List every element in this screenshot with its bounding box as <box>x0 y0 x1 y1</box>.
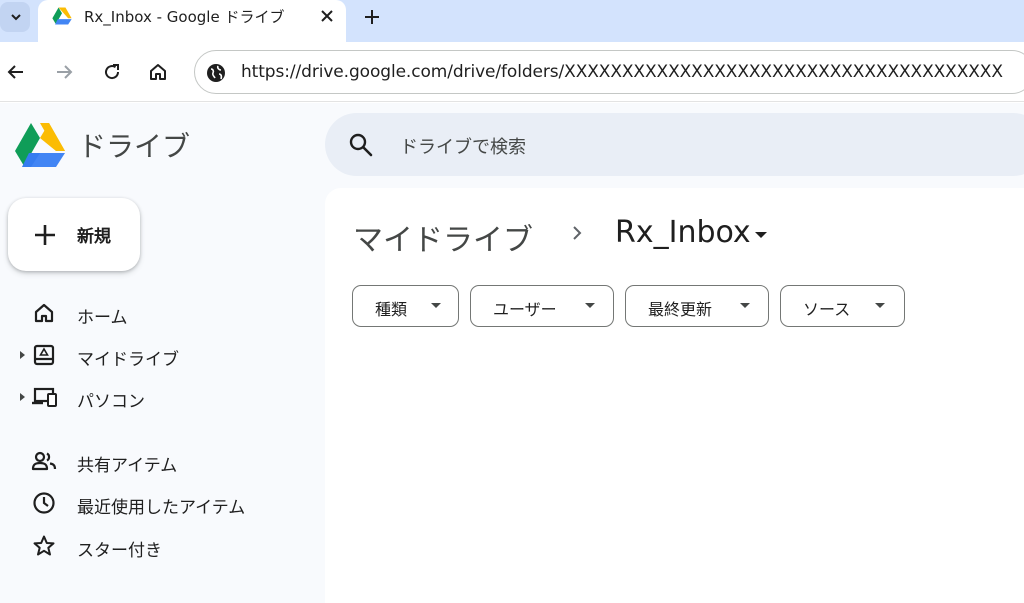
browser-tab-active[interactable]: Rx_Inbox - Google ドライブ <box>38 0 346 42</box>
product-name: ドライブ <box>78 130 191 163</box>
caret-down-icon[interactable] <box>753 229 769 241</box>
caret-down-icon <box>431 303 441 308</box>
new-button[interactable]: 新規 <box>8 198 140 271</box>
chevron-right-icon <box>573 226 582 240</box>
search-placeholder: ドライブで検索 <box>400 137 526 158</box>
tab-title: Rx_Inbox - Google ドライブ <box>84 8 285 26</box>
star-icon <box>30 533 58 559</box>
sidebar-item-my-drive[interactable]: マイドライブ <box>0 336 320 374</box>
clock-icon <box>30 490 58 516</box>
sidebar-item-label: ホーム <box>77 308 128 328</box>
breadcrumb-current-folder[interactable]: Rx_Inbox <box>615 215 751 250</box>
new-button-label: 新規 <box>77 227 111 247</box>
filter-chip-label: ソース <box>803 300 851 319</box>
forward-button[interactable] <box>49 57 79 87</box>
tab-close-button[interactable] <box>314 3 340 29</box>
breadcrumb-my-drive[interactable]: マイドライブ <box>353 215 533 259</box>
home-icon <box>30 300 58 326</box>
filter-chip-user[interactable]: ユーザー <box>470 285 614 327</box>
browser-tab-strip: Rx_Inbox - Google ドライブ <box>0 0 1024 42</box>
sidebar-item-label: マイドライブ <box>77 350 179 370</box>
address-bar[interactable]: https://drive.google.com/drive/folders/X… <box>194 50 1024 94</box>
filter-chip-modified[interactable]: 最終更新 <box>625 285 769 327</box>
reload-icon <box>105 64 120 80</box>
arrow-right-icon <box>57 65 73 79</box>
my-drive-icon <box>30 342 58 368</box>
caret-down-icon <box>875 303 885 308</box>
google-drive-favicon-icon <box>52 7 72 25</box>
chevron-down-icon <box>11 14 21 21</box>
arrow-left-icon <box>7 65 23 79</box>
caret-down-icon <box>585 303 595 308</box>
search-icon <box>349 133 373 157</box>
close-icon <box>321 10 333 22</box>
sidebar-item-home[interactable]: ホーム <box>0 294 320 332</box>
globe-icon <box>207 64 225 82</box>
plus-icon <box>35 225 55 245</box>
shared-people-icon <box>30 448 58 474</box>
back-button[interactable] <box>1 57 31 87</box>
sidebar-item-label: パソコン <box>77 392 145 412</box>
url-text: https://drive.google.com/drive/folders/X… <box>241 62 1003 82</box>
sidebar-item-label: 共有アイテム <box>77 456 178 476</box>
filter-chip-source[interactable]: ソース <box>780 285 905 327</box>
new-tab-button[interactable] <box>358 3 386 31</box>
browser-toolbar: https://drive.google.com/drive/folders/X… <box>0 42 1024 102</box>
filter-chip-label: ユーザー <box>493 300 557 319</box>
site-info-icon[interactable] <box>205 62 227 84</box>
sidebar-item-starred[interactable]: スター付き <box>0 527 320 565</box>
main-content-panel: マイドライブ Rx_Inbox 種類 ユーザー 最終更新 ソース <box>325 188 1024 603</box>
tab-search-button[interactable] <box>0 0 32 34</box>
filter-chip-label: 種類 <box>375 300 408 319</box>
sidebar-item-label: 最近使用したアイテム <box>77 498 246 518</box>
home-button[interactable] <box>143 57 173 87</box>
filter-chip-label: 最終更新 <box>648 300 713 319</box>
drive-app: ドライブ ドライブで検索 新規 ホーム マイドライブ パソコン 共有アイテム 最… <box>0 103 1024 603</box>
sidebar-item-label: スター付き <box>77 541 162 561</box>
google-drive-logo-icon <box>15 123 65 167</box>
reload-button[interactable] <box>97 57 127 87</box>
expand-arrow-icon[interactable] <box>20 351 25 359</box>
caret-down-icon <box>740 303 750 308</box>
filter-chip-type[interactable]: 種類 <box>352 285 459 327</box>
sidebar-item-shared[interactable]: 共有アイテム <box>0 442 320 480</box>
plus-icon <box>365 10 379 24</box>
sidebar-item-computers[interactable]: パソコン <box>0 378 320 416</box>
expand-arrow-icon[interactable] <box>20 393 25 401</box>
home-icon <box>150 64 166 80</box>
drive-search-bar[interactable]: ドライブで検索 <box>325 113 1024 176</box>
sidebar-item-recent[interactable]: 最近使用したアイテム <box>0 484 320 522</box>
computers-icon <box>30 384 58 410</box>
